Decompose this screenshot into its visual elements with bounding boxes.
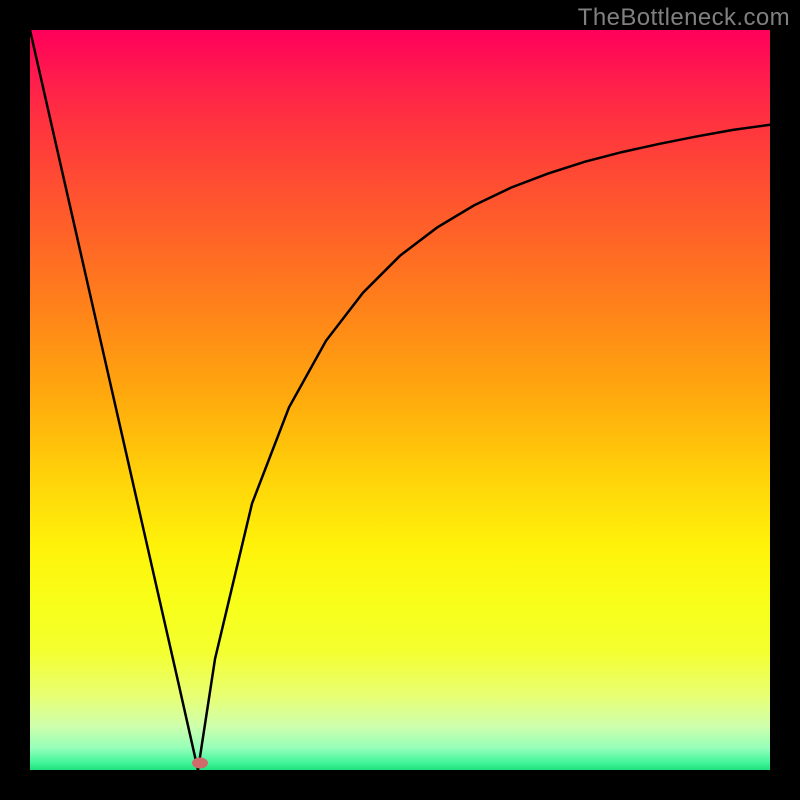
- watermark-text: TheBottleneck.com: [578, 4, 790, 32]
- bottleneck-curve: [30, 30, 770, 770]
- chart-container: TheBottleneck.com: [0, 0, 800, 800]
- optimal-point-marker: [192, 757, 208, 768]
